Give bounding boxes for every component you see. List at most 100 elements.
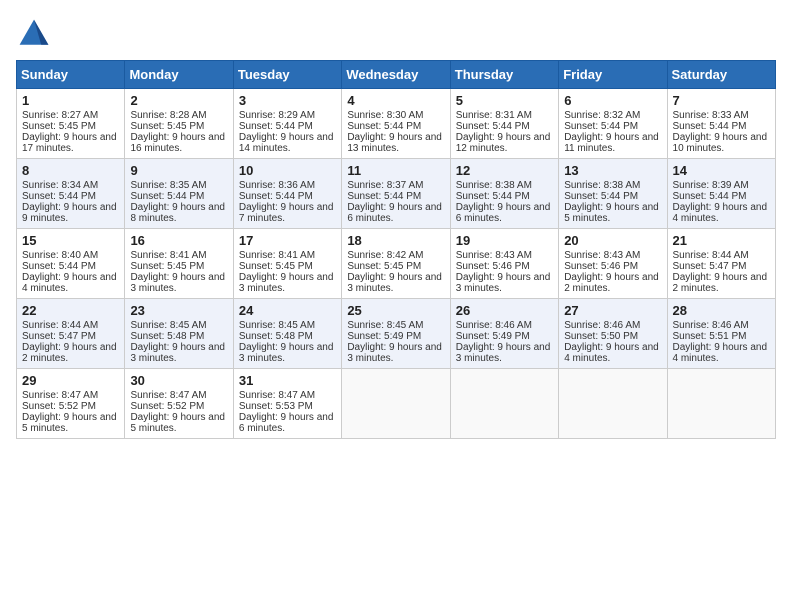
calendar-cell: 16 Sunrise: 8:41 AMSunset: 5:45 PMDayligh… — [125, 229, 233, 299]
column-header-sunday: Sunday — [17, 61, 125, 89]
day-number: 31 — [239, 373, 336, 388]
day-number: 1 — [22, 93, 119, 108]
calendar-cell: 18Sunrise: 8:42 AMSunset: 5:45 PMDayligh… — [342, 229, 450, 299]
daylight-text: Daylight: 9 hours and 2 minutes. — [673, 272, 768, 294]
sunset-text: Sunset: 5:45 PM — [130, 121, 204, 132]
day-number: 15 — [22, 233, 119, 248]
sunrise-text: Sunrise: 8:40 AM — [22, 250, 98, 261]
sunrise-text: Sunrise: 8:43 AM — [564, 250, 640, 261]
sunset-text: Sunset: 5:46 PM — [564, 261, 638, 272]
daylight-text: Daylight: 9 hours and 5 minutes. — [564, 202, 659, 224]
day-number: 18 — [347, 233, 444, 248]
calendar-cell — [667, 369, 775, 439]
sunset-text: Sunset: 5:45 PM — [130, 261, 204, 272]
sunset-text: Sunset: 5:45 PM — [239, 261, 313, 272]
daylight-text: Daylight: 9 hours and 16 minutes. — [130, 132, 225, 154]
day-number: 22 — [22, 303, 119, 318]
calendar-cell: 13Sunrise: 8:38 AMSunset: 5:44 PMDayligh… — [559, 159, 667, 229]
day-number: 17 — [239, 233, 336, 248]
daylight-text: Daylight: 9 hours and 6 minutes. — [239, 412, 334, 434]
sunset-text: Sunset: 5:46 PM — [456, 261, 530, 272]
calendar-cell: 11Sunrise: 8:37 AMSunset: 5:44 PMDayligh… — [342, 159, 450, 229]
calendar-cell — [450, 369, 558, 439]
sunrise-text: Sunrise: 8:34 AM — [22, 180, 98, 191]
calendar-table: SundayMondayTuesdayWednesdayThursdayFrid… — [16, 60, 776, 439]
day-number: 11 — [347, 163, 444, 178]
calendar-cell: 22Sunrise: 8:44 AMSunset: 5:47 PMDayligh… — [17, 299, 125, 369]
day-number: 27 — [564, 303, 661, 318]
calendar-cell: 1Sunrise: 8:27 AMSunset: 5:45 PMDaylight… — [17, 89, 125, 159]
sunset-text: Sunset: 5:45 PM — [22, 121, 96, 132]
calendar-cell: 26Sunrise: 8:46 AMSunset: 5:49 PMDayligh… — [450, 299, 558, 369]
sunset-text: Sunset: 5:49 PM — [456, 331, 530, 342]
sunset-text: Sunset: 5:44 PM — [456, 121, 530, 132]
sunrise-text: Sunrise: 8:27 AM — [22, 110, 98, 121]
day-number: 13 — [564, 163, 661, 178]
daylight-text: Daylight: 9 hours and 3 minutes. — [130, 342, 225, 364]
day-number: 4 — [347, 93, 444, 108]
column-header-friday: Friday — [559, 61, 667, 89]
calendar-cell: 6Sunrise: 8:32 AMSunset: 5:44 PMDaylight… — [559, 89, 667, 159]
day-number: 12 — [456, 163, 553, 178]
sunrise-text: Sunrise: 8:45 AM — [347, 320, 423, 331]
daylight-text: Daylight: 9 hours and 6 minutes. — [456, 202, 551, 224]
sunset-text: Sunset: 5:44 PM — [564, 121, 638, 132]
calendar-cell — [559, 369, 667, 439]
sunrise-text: Sunrise: 8:41 AM — [130, 250, 206, 261]
daylight-text: Daylight: 9 hours and 3 minutes. — [239, 272, 334, 294]
sunset-text: Sunset: 5:47 PM — [673, 261, 747, 272]
calendar-cell: 30Sunrise: 8:47 AMSunset: 5:52 PMDayligh… — [125, 369, 233, 439]
calendar-cell: 23Sunrise: 8:45 AMSunset: 5:48 PMDayligh… — [125, 299, 233, 369]
calendar-week-row: 1Sunrise: 8:27 AMSunset: 5:45 PMDaylight… — [17, 89, 776, 159]
daylight-text: Daylight: 9 hours and 3 minutes. — [456, 272, 551, 294]
calendar-week-row: 8Sunrise: 8:34 AMSunset: 5:44 PMDaylight… — [17, 159, 776, 229]
daylight-text: Daylight: 9 hours and 4 minutes. — [564, 342, 659, 364]
day-number: 16 — [130, 233, 227, 248]
sunrise-text: Sunrise: 8:37 AM — [347, 180, 423, 191]
sunset-text: Sunset: 5:45 PM — [347, 261, 421, 272]
sunrise-text: Sunrise: 8:41 AM — [239, 250, 315, 261]
calendar-cell: 19Sunrise: 8:43 AMSunset: 5:46 PMDayligh… — [450, 229, 558, 299]
calendar-cell: 29Sunrise: 8:47 AMSunset: 5:52 PMDayligh… — [17, 369, 125, 439]
calendar-cell: 12Sunrise: 8:38 AMSunset: 5:44 PMDayligh… — [450, 159, 558, 229]
daylight-text: Daylight: 9 hours and 12 minutes. — [456, 132, 551, 154]
sunset-text: Sunset: 5:52 PM — [130, 401, 204, 412]
calendar-cell: 4Sunrise: 8:30 AMSunset: 5:44 PMDaylight… — [342, 89, 450, 159]
calendar-cell: 10Sunrise: 8:36 AMSunset: 5:44 PMDayligh… — [233, 159, 341, 229]
calendar-cell: 8Sunrise: 8:34 AMSunset: 5:44 PMDaylight… — [17, 159, 125, 229]
sunrise-text: Sunrise: 8:36 AM — [239, 180, 315, 191]
sunrise-text: Sunrise: 8:46 AM — [673, 320, 749, 331]
daylight-text: Daylight: 9 hours and 3 minutes. — [347, 342, 442, 364]
daylight-text: Daylight: 9 hours and 6 minutes. — [347, 202, 442, 224]
day-number: 29 — [22, 373, 119, 388]
calendar-cell: 27Sunrise: 8:46 AMSunset: 5:50 PMDayligh… — [559, 299, 667, 369]
sunrise-text: Sunrise: 8:33 AM — [673, 110, 749, 121]
calendar-header-row: SundayMondayTuesdayWednesdayThursdayFrid… — [17, 61, 776, 89]
calendar-week-row: 29Sunrise: 8:47 AMSunset: 5:52 PMDayligh… — [17, 369, 776, 439]
calendar-cell: 31Sunrise: 8:47 AMSunset: 5:53 PMDayligh… — [233, 369, 341, 439]
calendar-cell: 2Sunrise: 8:28 AMSunset: 5:45 PMDaylight… — [125, 89, 233, 159]
calendar-cell: 28Sunrise: 8:46 AMSunset: 5:51 PMDayligh… — [667, 299, 775, 369]
sunset-text: Sunset: 5:44 PM — [130, 191, 204, 202]
calendar-cell: 25Sunrise: 8:45 AMSunset: 5:49 PMDayligh… — [342, 299, 450, 369]
sunrise-text: Sunrise: 8:29 AM — [239, 110, 315, 121]
sunset-text: Sunset: 5:44 PM — [673, 121, 747, 132]
daylight-text: Daylight: 9 hours and 5 minutes. — [130, 412, 225, 434]
sunset-text: Sunset: 5:44 PM — [22, 261, 96, 272]
calendar-cell: 5Sunrise: 8:31 AMSunset: 5:44 PMDaylight… — [450, 89, 558, 159]
sunrise-text: Sunrise: 8:47 AM — [130, 390, 206, 401]
calendar-cell: 9Sunrise: 8:35 AMSunset: 5:44 PMDaylight… — [125, 159, 233, 229]
sunrise-text: Sunrise: 8:44 AM — [673, 250, 749, 261]
daylight-text: Daylight: 9 hours and 3 minutes. — [130, 272, 225, 294]
sunrise-text: Sunrise: 8:43 AM — [456, 250, 532, 261]
daylight-text: Daylight: 9 hours and 3 minutes. — [239, 342, 334, 364]
day-number: 21 — [673, 233, 770, 248]
daylight-text: Daylight: 9 hours and 9 minutes. — [22, 202, 117, 224]
daylight-text: Daylight: 9 hours and 13 minutes. — [347, 132, 442, 154]
daylight-text: Daylight: 9 hours and 14 minutes. — [239, 132, 334, 154]
day-number: 25 — [347, 303, 444, 318]
daylight-text: Daylight: 9 hours and 2 minutes. — [22, 342, 117, 364]
daylight-text: Daylight: 9 hours and 5 minutes. — [22, 412, 117, 434]
calendar-cell: 14Sunrise: 8:39 AMSunset: 5:44 PMDayligh… — [667, 159, 775, 229]
calendar-cell: 21 Sunrise: 8:44 AMSunset: 5:47 PMDayligh… — [667, 229, 775, 299]
